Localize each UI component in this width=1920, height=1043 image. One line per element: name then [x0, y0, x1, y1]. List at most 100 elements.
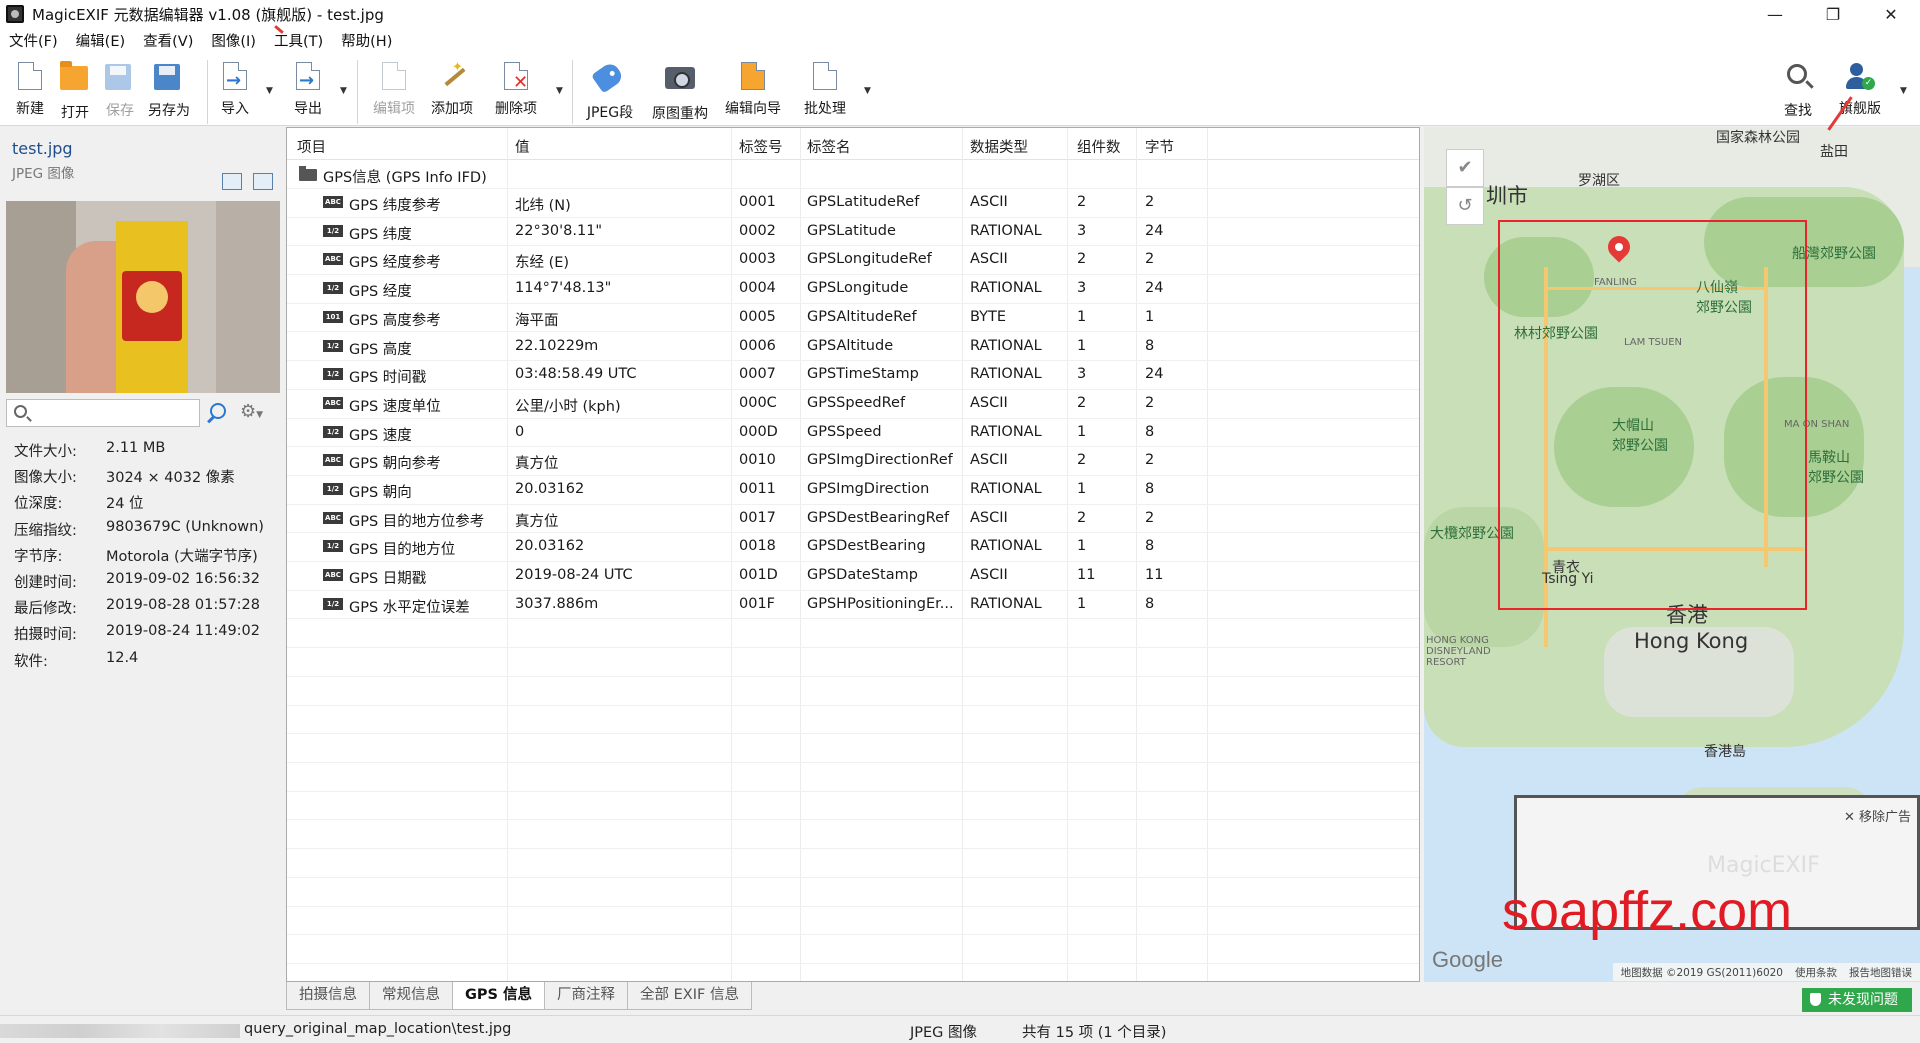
cell-tag: 001F	[739, 595, 776, 612]
menu-file[interactable]: 文件(F)	[0, 30, 67, 51]
import-dropdown-icon[interactable]: ▼	[266, 86, 273, 96]
image-view-icon[interactable]	[253, 173, 273, 190]
menu-view[interactable]: 查看(V)	[134, 30, 202, 51]
file-info-value: Motorola (大端字节序)	[106, 548, 258, 565]
table-row[interactable]: ABC GPS 朝向参考 真方位 0010 GPSImgDirectionRef ASCI…	[287, 446, 1419, 475]
account-dropdown-icon[interactable]: ▼	[1900, 86, 1907, 96]
rebuild-image-button[interactable]: 原图重构	[650, 62, 710, 122]
folder-icon	[299, 166, 317, 181]
table-row[interactable]: 1/2 GPS 水平定位误差 3037.886m 001F GPSHPositionin…	[287, 590, 1419, 619]
grid-line	[287, 389, 1419, 390]
grid-line	[287, 188, 1419, 189]
delete-icon: ✕	[501, 62, 531, 93]
find-label: 查找	[1784, 103, 1812, 119]
table-row[interactable]: ABC GPS 目的地方位参考 真方位 0017 GPSDestBearingRef AS…	[287, 504, 1419, 533]
file-info-value: 2019-08-28 01:57:28	[106, 597, 260, 614]
table-row[interactable]: ABC GPS 速度单位 公里/小时 (kph) 000C GPSSpeedRef ASC…	[287, 389, 1419, 418]
save-as-button[interactable]: 另存为	[139, 62, 199, 122]
file-info-label: 位深度:	[14, 496, 63, 513]
tab-gps-info[interactable]: GPS 信息	[452, 982, 546, 1010]
cell-tag: 0018	[739, 538, 776, 555]
table-row[interactable]: 1/2 GPS 高度 22.10229m 0006 GPSAltitude RATIONA…	[287, 332, 1419, 361]
tab-all-exif[interactable]: 全部 EXIF 信息	[627, 982, 752, 1010]
export-dropdown-icon[interactable]: ▼	[340, 86, 347, 96]
cell-type: RATIONAL	[970, 423, 1042, 440]
close-button[interactable]: ✕	[1862, 0, 1920, 28]
jpeg-segment-button[interactable]: JPEG段	[580, 60, 640, 122]
no-issue-badge[interactable]: 未发现问题	[1802, 988, 1912, 1012]
import-button[interactable]: → 导入	[205, 62, 265, 122]
tag-type-icon: 1/2	[323, 597, 343, 610]
menu-image[interactable]: 图像(I)	[202, 30, 265, 51]
table-row[interactable]: 1/2 GPS 经度 114°7'48.13" 0004 GPSLongitude RAT…	[287, 274, 1419, 303]
cell-tag: 0003	[739, 251, 776, 268]
map-confirm-button[interactable]: ✔	[1446, 149, 1484, 187]
batch-button[interactable]: 批处理	[795, 62, 855, 122]
menu-bar: 文件(F) 编辑(E) 查看(V) 图像(I) 工具(T) 帮助(H)	[0, 28, 1920, 52]
col-header-value[interactable]: 值	[515, 136, 530, 157]
tab-maker-notes[interactable]: 厂商注释	[544, 982, 629, 1010]
export-button[interactable]: → 导出	[278, 62, 338, 122]
tag-type-icon: 1/2	[323, 483, 343, 495]
cell-name: GPSHPositioningEr...	[807, 595, 954, 612]
cell-count: 1	[1077, 538, 1087, 555]
col-header-data-type[interactable]: 数据类型	[970, 136, 1028, 157]
table-row[interactable]: ABC GPS 日期戳 2019-08-24 UTC 001D GPSDateStamp…	[287, 561, 1419, 590]
col-header-tag-name[interactable]: 标签名	[807, 136, 851, 157]
add-wand-icon	[437, 60, 467, 92]
menu-help[interactable]: 帮助(H)	[332, 30, 401, 51]
col-header-bytes[interactable]: 字节	[1145, 136, 1174, 157]
edit-item-button[interactable]: 编辑项	[364, 62, 424, 122]
batch-dropdown-icon[interactable]: ▼	[864, 86, 871, 96]
file-type: JPEG 图像	[12, 166, 75, 182]
tag-type-icon: ABC	[323, 253, 343, 266]
find-button[interactable]: 查找	[1768, 62, 1828, 122]
table-row[interactable]: 1/2 GPS 朝向 20.03162 0011 GPSImgDirection RATI…	[287, 475, 1419, 504]
table-header: 项目 值 标签号 标签名 数据类型 组件数 字节	[287, 128, 1419, 160]
search-input[interactable]	[6, 399, 200, 427]
table-row[interactable]: ABC GPS 经度参考 东经 (E) 0003 GPSLongitudeRef ASCI…	[287, 245, 1419, 274]
file-info-row: 图像大小: 3024 × 4032 像素	[14, 466, 235, 488]
table-row[interactable]: 1/2 GPS 纬度 22°30'8.11" 0002 GPSLatitude RATIO…	[287, 217, 1419, 246]
gps-group-row[interactable]: GPS信息 (GPS Info IFD)	[287, 160, 1419, 188]
col-header-item[interactable]: 项目	[297, 136, 326, 157]
map-undo-button[interactable]: ↺	[1446, 187, 1484, 225]
map-view[interactable]: ✔ ↺ 圳市 罗湖区 国家森林公园 盐田 船灣郊野公園 八仙嶺 郊野公園 FAN…	[1424, 127, 1920, 982]
table-row[interactable]: ABC GPS 纬度参考 北纬 (N) 0001 GPSLatitudeRef ASCII…	[287, 188, 1419, 217]
image-thumbnail[interactable]	[6, 201, 280, 393]
delete-item-button[interactable]: ✕ 删除项	[486, 62, 546, 122]
remove-ad-button[interactable]: ✕ 移除广告	[1844, 806, 1911, 825]
file-info-label: 软件:	[14, 653, 48, 670]
report-error-link[interactable]: 报告地图错误	[1849, 965, 1912, 979]
maximize-button[interactable]: ❐	[1804, 0, 1862, 28]
file-info-value: 24 位	[106, 496, 144, 513]
table-row[interactable]: 1/2 GPS 速度 0 000D GPSSpeed RATIONAL 1 8	[287, 418, 1419, 447]
menu-tools[interactable]: 工具(T)	[265, 30, 332, 51]
delete-dropdown-icon[interactable]: ▼	[556, 86, 563, 96]
grid-line	[287, 475, 1419, 476]
col-header-tag-id[interactable]: 标签号	[739, 136, 783, 157]
cell-count: 3	[1077, 280, 1087, 297]
tab-general-info[interactable]: 常规信息	[369, 982, 453, 1010]
minimize-button[interactable]: —	[1746, 0, 1804, 28]
grid-line	[287, 963, 1419, 964]
table-row[interactable]: 1/2 GPS 时间戳 03:48:58.49 UTC 0007 GPSTimeStam…	[287, 360, 1419, 389]
find-user-icon[interactable]	[207, 403, 227, 423]
histogram-icon[interactable]	[222, 173, 242, 190]
batch-icon	[810, 62, 840, 92]
cell-bytes: 8	[1145, 538, 1155, 555]
status-file-path: query_original_map_location\test.jpg	[244, 1021, 512, 1037]
add-item-button[interactable]: 添加项	[422, 60, 482, 122]
cell-bytes: 8	[1145, 481, 1155, 497]
toolbar-separator	[572, 60, 573, 124]
col-header-count[interactable]: 组件数	[1077, 136, 1121, 157]
table-row[interactable]: 1/2 GPS 目的地方位 20.03162 0018 GPSDestBearing RA…	[287, 532, 1419, 561]
menu-edit[interactable]: 编辑(E)	[67, 30, 134, 51]
edit-wizard-button[interactable]: 编辑向导	[723, 62, 783, 122]
table-row[interactable]: 101 GPS 高度参考 海平面 0005 GPSAltitudeRef BYTE 1 1	[287, 303, 1419, 332]
cell-bytes: 24	[1145, 280, 1164, 297]
gear-icon[interactable]: ⚙▼	[240, 401, 276, 423]
cell-name: GPSAltitude	[807, 337, 894, 354]
tab-shooting-info[interactable]: 拍摄信息	[286, 982, 370, 1010]
terms-link[interactable]: 使用条款	[1795, 965, 1837, 979]
